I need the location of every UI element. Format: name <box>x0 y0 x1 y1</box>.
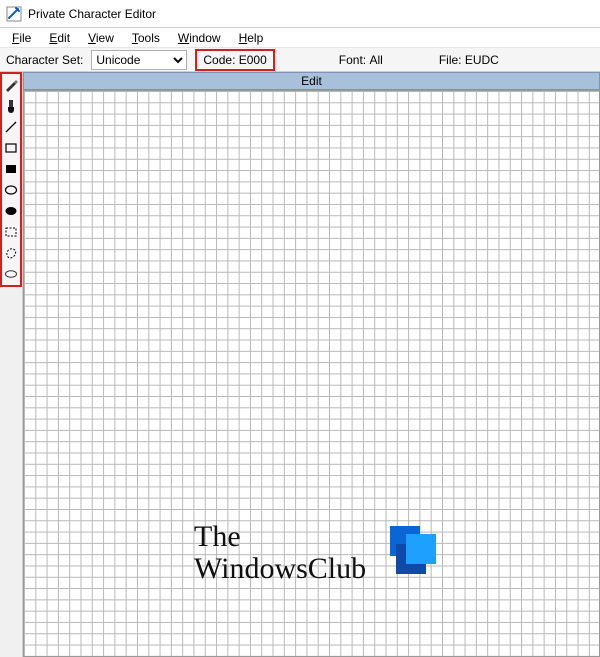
tool-eraser[interactable] <box>2 265 20 283</box>
charset-select-wrap: Unicode <box>85 48 193 71</box>
code-display: Code: E000 <box>195 49 274 71</box>
charset-label: Character Set: <box>0 48 85 71</box>
font-label: Font: <box>339 53 366 67</box>
menu-help[interactable]: Help <box>231 29 272 47</box>
font-display: Font: All <box>333 48 389 71</box>
canvas-panel: Edit The WindowsClub <box>22 72 600 657</box>
menu-file-rest: ile <box>19 31 31 45</box>
menu-tools-rest: ools <box>138 31 160 45</box>
watermark-line1: The <box>194 521 366 553</box>
watermark-logo-icon <box>390 526 436 572</box>
watermark-line2: WindowsClub <box>194 553 366 585</box>
tool-rect-outline[interactable] <box>2 139 20 157</box>
tool-line[interactable] <box>2 118 20 136</box>
menu-window-rest: indow <box>189 31 220 45</box>
window-title: Private Character Editor <box>28 7 156 21</box>
menu-view-rest: iew <box>96 31 114 45</box>
tool-brush[interactable] <box>2 97 20 115</box>
file-label: File: <box>439 53 462 67</box>
canvas-title: Edit <box>23 72 600 90</box>
canvas-grid[interactable]: The WindowsClub <box>23 90 600 657</box>
tool-ellipse-filled[interactable] <box>2 202 20 220</box>
tool-ellipse-outline[interactable] <box>2 181 20 199</box>
menu-help-rest: elp <box>247 31 263 45</box>
menu-tools[interactable]: Tools <box>124 29 168 47</box>
file-value: EUDC <box>465 53 499 67</box>
tool-rect-filled[interactable] <box>2 160 20 178</box>
tool-select-rect[interactable] <box>2 223 20 241</box>
menu-edit[interactable]: Edit <box>41 29 78 47</box>
menu-window[interactable]: Window <box>170 29 229 47</box>
file-display: File: EUDC <box>433 48 505 71</box>
watermark-text: The WindowsClub <box>194 521 366 584</box>
workarea: Edit The WindowsClub <box>0 72 600 657</box>
menu-edit-rest: dit <box>57 31 70 45</box>
menubar: File Edit View Tools Window Help <box>0 28 600 48</box>
titlebar: Private Character Editor <box>0 0 600 28</box>
menu-view[interactable]: View <box>80 29 122 47</box>
code-value: E000 <box>239 53 267 67</box>
menu-file[interactable]: File <box>4 29 39 47</box>
toolbox <box>0 72 22 287</box>
font-value: All <box>369 53 382 67</box>
watermark: The WindowsClub <box>194 521 436 584</box>
app-icon <box>6 6 22 22</box>
charset-select[interactable]: Unicode <box>91 50 187 70</box>
tool-pencil[interactable] <box>2 76 20 94</box>
infobar: Character Set: Unicode Code: E000 Font: … <box>0 48 600 72</box>
code-label: Code: <box>203 53 235 67</box>
tool-select-free[interactable] <box>2 244 20 262</box>
